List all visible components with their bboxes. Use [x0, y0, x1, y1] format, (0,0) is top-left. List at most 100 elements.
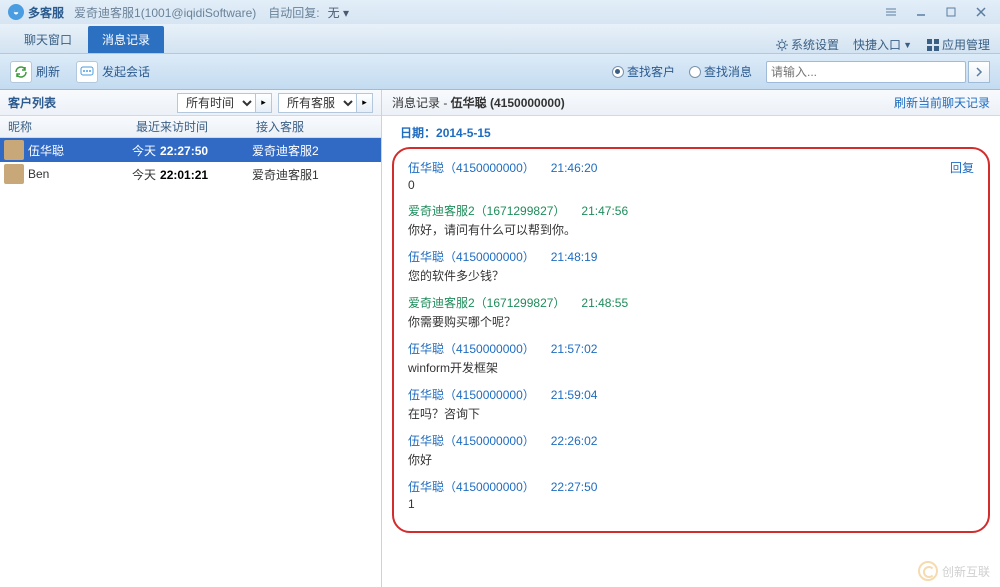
message-log-panel: 消息记录 - 伍华聪 (4150000000) 刷新当前聊天记录 日期：2014…	[382, 90, 1000, 587]
customer-list: 伍华聪今天22:27:50爱奇迪客服2Ben今天22:01:21爱奇迪客服1	[0, 138, 381, 587]
menu-button[interactable]	[880, 3, 902, 21]
tab-message-log[interactable]: 消息记录	[88, 26, 164, 53]
message-time: 21:59:04	[551, 388, 598, 402]
assigned-cs: 爱奇迪客服2	[248, 142, 358, 159]
tabs-row: 聊天窗口 消息记录 系统设置 快捷入口 ▼ 应用管理	[0, 24, 1000, 54]
message-sender: 爱奇迪客服2（1671299827）	[408, 204, 565, 218]
avatar	[4, 140, 24, 160]
filter-time-go[interactable]: ▸	[256, 93, 272, 113]
message-body: 你好，请问有什么可以帮到你。	[408, 221, 974, 238]
visit-time: 今天22:27:50	[128, 142, 248, 159]
watermark-text: 创新互联	[942, 563, 990, 580]
reply-link[interactable]: 回复	[950, 159, 974, 176]
message-header: 伍华聪（4150000000）22:26:02	[408, 432, 974, 449]
start-chat-button[interactable]: 发起会话	[76, 61, 150, 83]
column-cs[interactable]: 接入客服	[248, 116, 358, 137]
system-settings-button[interactable]: 系统设置	[775, 36, 839, 53]
maximize-button[interactable]	[940, 3, 962, 21]
message-log-header: 消息记录 - 伍华聪 (4150000000) 刷新当前聊天记录	[382, 90, 1000, 116]
menu-label: 系统设置	[791, 36, 839, 53]
app-icon	[926, 38, 940, 52]
filter-cs-dropdown[interactable]: 所有客服 ▸	[278, 93, 373, 113]
refresh-button[interactable]: 刷新	[10, 61, 60, 83]
message-item: 爱奇迪客服2（1671299827） 21:47:56 你好，请问有什么可以帮到你。	[408, 202, 974, 238]
message-item: 伍华聪（4150000000） 21:57:02 winform开发框架	[408, 340, 974, 376]
tab-chat-window[interactable]: 聊天窗口	[10, 26, 86, 53]
message-sender: 伍华聪（4150000000）	[408, 434, 535, 448]
message-sender: 伍华聪（4150000000）	[408, 161, 535, 175]
message-time: 21:48:19	[551, 250, 598, 264]
message-body: 你好	[408, 451, 974, 468]
close-button[interactable]	[970, 3, 992, 21]
message-header: 伍华聪（4150000000） 21:59:04	[408, 386, 974, 403]
auto-reply-label: 自动回复:	[268, 4, 319, 21]
filter-cs-select[interactable]: 所有客服	[278, 93, 357, 113]
message-sender: 伍华聪（4150000000）	[408, 250, 535, 264]
radio-dot-icon	[689, 66, 701, 78]
toolbar: 刷新 发起会话 查找客户 查找消息	[0, 54, 1000, 90]
message-body: 0	[408, 178, 974, 192]
main-content: 客户列表 所有时间 ▸ 所有客服 ▸ 昵称 最近来访时间 接入客服 伍华聪今天2…	[0, 90, 1000, 587]
message-list: 伍华聪（4150000000）21:46:20 0 爱奇迪客服2（167129982…	[408, 159, 974, 511]
button-label: 刷新	[36, 63, 60, 80]
message-item: 爱奇迪客服2（1671299827）21:48:55你需要购买哪个呢？	[408, 294, 974, 330]
message-time: 21:47:56	[581, 204, 628, 218]
date-value: 2014-5-15	[436, 126, 491, 140]
search-go-button[interactable]	[968, 61, 990, 83]
message-log-body: 日期：2014-5-15 回复 伍华聪（4150000000）21:46:20 0…	[382, 116, 1000, 587]
column-nick[interactable]: 昵称	[0, 116, 128, 137]
message-item: 伍华聪（4150000000）22:27:501	[408, 478, 974, 511]
message-sender: 伍华聪（4150000000）	[408, 388, 535, 402]
message-body: winform开发框架	[408, 359, 974, 376]
message-header: 伍华聪（4150000000） 21:57:02	[408, 340, 974, 357]
filter-cs-go[interactable]: ▸	[357, 93, 373, 113]
app-name: 多客服	[28, 4, 64, 21]
auto-reply-value: 无	[328, 6, 343, 20]
refresh-chat-link[interactable]: 刷新当前聊天记录	[894, 94, 990, 111]
title-bar: ◒ 多客服 爱奇迪客服1(1001@iqidiSoftware) 自动回复: 无…	[0, 0, 1000, 24]
watermark-icon	[918, 561, 938, 581]
message-item: 伍华聪（4150000000）21:59:04在吗？咨询下	[408, 386, 974, 422]
window-controls	[880, 3, 992, 21]
search-message-radio[interactable]: 查找消息	[689, 63, 752, 80]
menu-label: 快捷入口	[853, 36, 901, 53]
visit-time: 今天22:01:21	[128, 166, 248, 183]
chevron-down-icon: ▾	[343, 6, 349, 20]
account-label: 爱奇迪客服1(1001@iqidiSoftware)	[74, 4, 256, 21]
customer-nick: 伍华聪	[28, 142, 128, 159]
customer-list-header: 客户列表 所有时间 ▸ 所有客服 ▸	[0, 90, 381, 116]
chat-highlight-box: 回复 伍华聪（4150000000）21:46:20 0 爱奇迪客服2（167129…	[392, 147, 990, 533]
message-body: 你需要购买哪个呢？	[408, 313, 974, 330]
message-item: 伍华聪（4150000000）21:48:19您的软件多少钱？	[408, 248, 974, 284]
search-customer-radio[interactable]: 查找客户	[612, 63, 675, 80]
title-prefix: 消息记录 -	[392, 96, 451, 110]
message-log-title: 消息记录 - 伍华聪 (4150000000)	[392, 94, 565, 111]
filter-time-select[interactable]: 所有时间	[177, 93, 256, 113]
panel-title: 客户列表	[8, 94, 56, 111]
radio-label: 查找消息	[704, 63, 752, 80]
auto-reply-dropdown[interactable]: 无 ▾	[328, 4, 349, 21]
minimize-button[interactable]	[910, 3, 932, 21]
message-sender: 伍华聪（4150000000）	[408, 342, 535, 356]
avatar	[4, 164, 24, 184]
filter-time-dropdown[interactable]: 所有时间 ▸	[177, 93, 272, 113]
assigned-cs: 爱奇迪客服1	[248, 166, 358, 183]
quick-entry-button[interactable]: 快捷入口 ▼	[853, 36, 912, 53]
customer-row[interactable]: Ben今天22:01:21爱奇迪客服1	[0, 162, 381, 186]
customer-row[interactable]: 伍华聪今天22:27:50爱奇迪客服2	[0, 138, 381, 162]
date-label: 日期：2014-5-15	[400, 124, 990, 141]
message-item: 伍华聪（4150000000）21:46:20 0	[408, 159, 974, 192]
message-time: 21:57:02	[551, 342, 598, 356]
message-time: 21:48:55	[581, 296, 628, 310]
column-time[interactable]: 最近来访时间	[128, 116, 248, 137]
arrow-right-icon	[974, 67, 984, 77]
message-time: 22:27:50	[551, 480, 598, 494]
message-item: 伍华聪（4150000000）22:26:02 你好	[408, 432, 974, 468]
radio-dot-icon	[612, 66, 624, 78]
refresh-icon	[10, 61, 32, 83]
search-input[interactable]	[766, 61, 966, 83]
message-header: 伍华聪（4150000000）22:27:50	[408, 478, 974, 495]
message-header: 伍华聪（4150000000） 21:48:19	[408, 248, 974, 265]
message-header: 伍华聪（4150000000）21:46:20	[408, 159, 974, 176]
app-management-button[interactable]: 应用管理	[926, 36, 990, 53]
